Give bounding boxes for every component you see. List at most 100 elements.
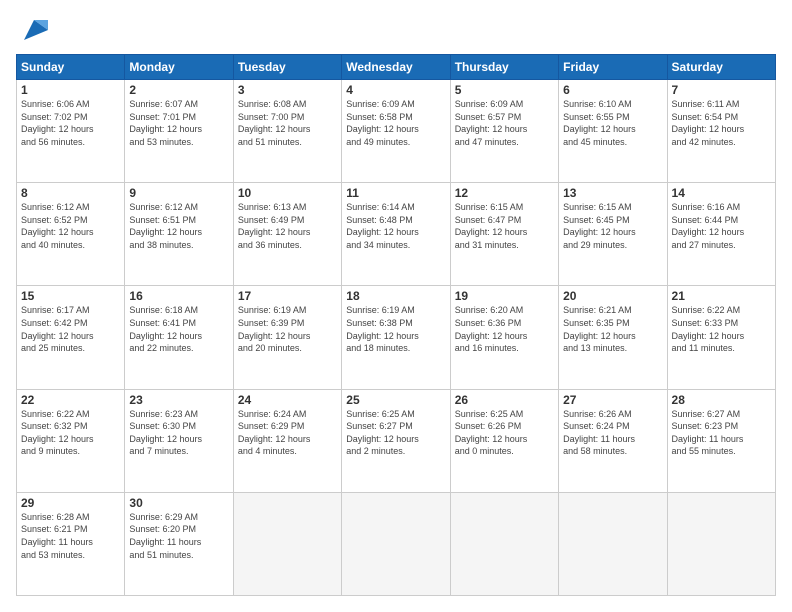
day-cell: 17Sunrise: 6:19 AMSunset: 6:39 PMDayligh… [233,286,341,389]
day-cell [233,492,341,595]
day-cell: 9Sunrise: 6:12 AMSunset: 6:51 PMDaylight… [125,183,233,286]
day-cell: 13Sunrise: 6:15 AMSunset: 6:45 PMDayligh… [559,183,667,286]
day-number: 11 [346,186,445,200]
day-cell: 6Sunrise: 6:10 AMSunset: 6:55 PMDaylight… [559,80,667,183]
day-cell: 15Sunrise: 6:17 AMSunset: 6:42 PMDayligh… [17,286,125,389]
day-info: Sunrise: 6:06 AMSunset: 7:02 PMDaylight:… [21,98,120,148]
day-cell: 21Sunrise: 6:22 AMSunset: 6:33 PMDayligh… [667,286,775,389]
weekday-header-thursday: Thursday [450,55,558,80]
day-cell: 7Sunrise: 6:11 AMSunset: 6:54 PMDaylight… [667,80,775,183]
weekday-header-tuesday: Tuesday [233,55,341,80]
day-number: 2 [129,83,228,97]
day-info: Sunrise: 6:12 AMSunset: 6:52 PMDaylight:… [21,201,120,251]
day-cell: 4Sunrise: 6:09 AMSunset: 6:58 PMDaylight… [342,80,450,183]
weekday-header-sunday: Sunday [17,55,125,80]
day-number: 1 [21,83,120,97]
day-number: 16 [129,289,228,303]
day-cell: 19Sunrise: 6:20 AMSunset: 6:36 PMDayligh… [450,286,558,389]
day-info: Sunrise: 6:21 AMSunset: 6:35 PMDaylight:… [563,304,662,354]
day-cell: 18Sunrise: 6:19 AMSunset: 6:38 PMDayligh… [342,286,450,389]
day-number: 13 [563,186,662,200]
week-row-5: 29Sunrise: 6:28 AMSunset: 6:21 PMDayligh… [17,492,776,595]
day-cell: 11Sunrise: 6:14 AMSunset: 6:48 PMDayligh… [342,183,450,286]
day-number: 26 [455,393,554,407]
day-info: Sunrise: 6:22 AMSunset: 6:32 PMDaylight:… [21,408,120,458]
day-number: 6 [563,83,662,97]
day-cell: 26Sunrise: 6:25 AMSunset: 6:26 PMDayligh… [450,389,558,492]
day-info: Sunrise: 6:25 AMSunset: 6:26 PMDaylight:… [455,408,554,458]
day-number: 14 [672,186,771,200]
week-row-3: 15Sunrise: 6:17 AMSunset: 6:42 PMDayligh… [17,286,776,389]
day-cell: 30Sunrise: 6:29 AMSunset: 6:20 PMDayligh… [125,492,233,595]
day-number: 30 [129,496,228,510]
day-cell: 23Sunrise: 6:23 AMSunset: 6:30 PMDayligh… [125,389,233,492]
day-cell [667,492,775,595]
day-number: 17 [238,289,337,303]
day-info: Sunrise: 6:16 AMSunset: 6:44 PMDaylight:… [672,201,771,251]
day-info: Sunrise: 6:18 AMSunset: 6:41 PMDaylight:… [129,304,228,354]
day-number: 9 [129,186,228,200]
day-info: Sunrise: 6:12 AMSunset: 6:51 PMDaylight:… [129,201,228,251]
day-number: 20 [563,289,662,303]
day-number: 5 [455,83,554,97]
day-info: Sunrise: 6:29 AMSunset: 6:20 PMDaylight:… [129,511,228,561]
day-info: Sunrise: 6:10 AMSunset: 6:55 PMDaylight:… [563,98,662,148]
day-cell [342,492,450,595]
day-info: Sunrise: 6:20 AMSunset: 6:36 PMDaylight:… [455,304,554,354]
day-number: 4 [346,83,445,97]
day-cell: 25Sunrise: 6:25 AMSunset: 6:27 PMDayligh… [342,389,450,492]
weekday-header-row: SundayMondayTuesdayWednesdayThursdayFrid… [17,55,776,80]
day-cell: 14Sunrise: 6:16 AMSunset: 6:44 PMDayligh… [667,183,775,286]
logo [16,16,48,44]
day-cell: 1Sunrise: 6:06 AMSunset: 7:02 PMDaylight… [17,80,125,183]
day-info: Sunrise: 6:14 AMSunset: 6:48 PMDaylight:… [346,201,445,251]
day-number: 18 [346,289,445,303]
day-cell: 24Sunrise: 6:24 AMSunset: 6:29 PMDayligh… [233,389,341,492]
day-info: Sunrise: 6:09 AMSunset: 6:57 PMDaylight:… [455,98,554,148]
day-cell: 20Sunrise: 6:21 AMSunset: 6:35 PMDayligh… [559,286,667,389]
day-info: Sunrise: 6:27 AMSunset: 6:23 PMDaylight:… [672,408,771,458]
day-number: 21 [672,289,771,303]
day-number: 12 [455,186,554,200]
day-info: Sunrise: 6:19 AMSunset: 6:38 PMDaylight:… [346,304,445,354]
day-info: Sunrise: 6:11 AMSunset: 6:54 PMDaylight:… [672,98,771,148]
day-cell: 10Sunrise: 6:13 AMSunset: 6:49 PMDayligh… [233,183,341,286]
day-info: Sunrise: 6:19 AMSunset: 6:39 PMDaylight:… [238,304,337,354]
day-number: 28 [672,393,771,407]
day-info: Sunrise: 6:13 AMSunset: 6:49 PMDaylight:… [238,201,337,251]
day-info: Sunrise: 6:15 AMSunset: 6:45 PMDaylight:… [563,201,662,251]
day-cell: 22Sunrise: 6:22 AMSunset: 6:32 PMDayligh… [17,389,125,492]
day-cell: 28Sunrise: 6:27 AMSunset: 6:23 PMDayligh… [667,389,775,492]
day-number: 15 [21,289,120,303]
week-row-2: 8Sunrise: 6:12 AMSunset: 6:52 PMDaylight… [17,183,776,286]
day-number: 27 [563,393,662,407]
weekday-header-wednesday: Wednesday [342,55,450,80]
day-cell: 8Sunrise: 6:12 AMSunset: 6:52 PMDaylight… [17,183,125,286]
day-cell [559,492,667,595]
day-info: Sunrise: 6:15 AMSunset: 6:47 PMDaylight:… [455,201,554,251]
day-cell [450,492,558,595]
page: SundayMondayTuesdayWednesdayThursdayFrid… [0,0,792,612]
day-info: Sunrise: 6:22 AMSunset: 6:33 PMDaylight:… [672,304,771,354]
weekday-header-saturday: Saturday [667,55,775,80]
day-info: Sunrise: 6:17 AMSunset: 6:42 PMDaylight:… [21,304,120,354]
day-info: Sunrise: 6:26 AMSunset: 6:24 PMDaylight:… [563,408,662,458]
day-info: Sunrise: 6:28 AMSunset: 6:21 PMDaylight:… [21,511,120,561]
logo-icon [20,16,48,44]
weekday-header-friday: Friday [559,55,667,80]
week-row-1: 1Sunrise: 6:06 AMSunset: 7:02 PMDaylight… [17,80,776,183]
day-info: Sunrise: 6:09 AMSunset: 6:58 PMDaylight:… [346,98,445,148]
day-cell: 12Sunrise: 6:15 AMSunset: 6:47 PMDayligh… [450,183,558,286]
day-number: 19 [455,289,554,303]
calendar-table: SundayMondayTuesdayWednesdayThursdayFrid… [16,54,776,596]
week-row-4: 22Sunrise: 6:22 AMSunset: 6:32 PMDayligh… [17,389,776,492]
day-number: 24 [238,393,337,407]
weekday-header-monday: Monday [125,55,233,80]
header [16,16,776,44]
day-number: 7 [672,83,771,97]
day-number: 3 [238,83,337,97]
day-info: Sunrise: 6:07 AMSunset: 7:01 PMDaylight:… [129,98,228,148]
day-number: 22 [21,393,120,407]
day-cell: 27Sunrise: 6:26 AMSunset: 6:24 PMDayligh… [559,389,667,492]
day-cell: 2Sunrise: 6:07 AMSunset: 7:01 PMDaylight… [125,80,233,183]
